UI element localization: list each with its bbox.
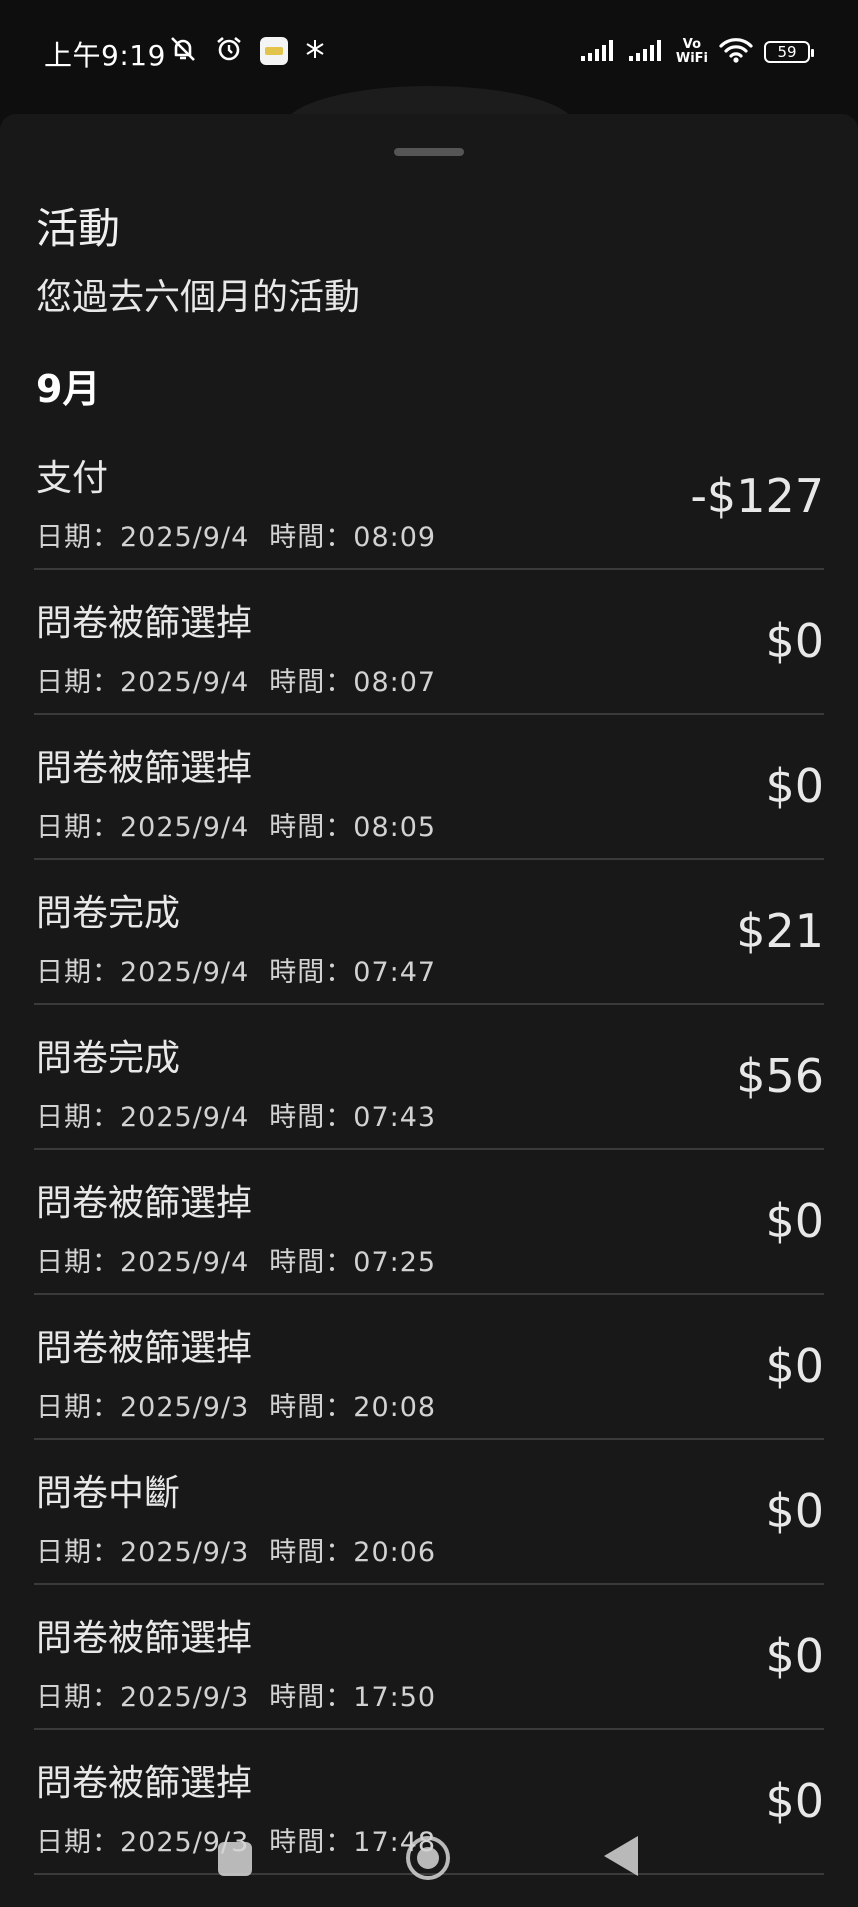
drag-handle[interactable] bbox=[394, 148, 464, 156]
date-prefix: 日期： bbox=[36, 1392, 120, 1423]
page-subtitle: 您過去六個月的活動 bbox=[36, 277, 361, 318]
activity-meta: 日期：2025/9/3 時間：17:50 bbox=[36, 1675, 436, 1714]
activity-title: 問卷被篩選掉 bbox=[36, 1328, 253, 1369]
activity-title: 問卷被篩選掉 bbox=[36, 603, 253, 644]
activity-amount: $0 bbox=[765, 1339, 824, 1393]
page-title: 活動 bbox=[36, 204, 121, 253]
vo-label: Vo bbox=[682, 37, 702, 52]
alarm-icon bbox=[214, 34, 244, 68]
activity-meta: 日期：2025/9/4 時間：07:43 bbox=[36, 1095, 436, 1134]
activity-time: 08:05 bbox=[353, 812, 437, 843]
signal-icon bbox=[580, 37, 618, 67]
time-prefix: 時間： bbox=[269, 1102, 354, 1133]
system-indicators: Vo WiFi 59 bbox=[580, 34, 814, 70]
activity-meta: 日期：2025/9/4 時間：08:09 bbox=[36, 515, 436, 554]
date-prefix: 日期： bbox=[36, 1102, 120, 1133]
date-prefix: 日期： bbox=[36, 1682, 120, 1713]
activity-title: 問卷被篩選掉 bbox=[36, 748, 253, 789]
time-prefix: 時間： bbox=[269, 667, 354, 698]
date-prefix: 日期： bbox=[36, 812, 120, 843]
snowflake-icon bbox=[304, 38, 326, 64]
time-prefix: 時間： bbox=[269, 1247, 354, 1278]
activity-row[interactable]: 問卷被篩選掉日期：2025/9/4 時間：08:07 $0 bbox=[34, 570, 824, 715]
activity-amount: $0 bbox=[765, 1629, 824, 1683]
activity-row[interactable]: 問卷被篩選掉日期：2025/9/4 時間：08:05 $0 bbox=[34, 715, 824, 860]
activity-row[interactable]: 支付日期：2025/9/4 時間：08:09 -$127 bbox=[34, 425, 824, 570]
time-prefix: 時間： bbox=[269, 1537, 354, 1568]
wifi-icon bbox=[718, 36, 754, 68]
notification-icons bbox=[168, 34, 326, 68]
activity-date: 2025/9/3 bbox=[120, 1682, 250, 1713]
activity-time: 07:43 bbox=[353, 1102, 437, 1133]
activity-date: 2025/9/4 bbox=[120, 667, 250, 698]
home-icon[interactable] bbox=[406, 1836, 450, 1880]
activity-row[interactable]: 問卷被篩選掉日期：2025/9/3 時間：17:50 $0 bbox=[34, 1585, 824, 1730]
activity-amount: $0 bbox=[765, 1194, 824, 1248]
date-prefix: 日期： bbox=[36, 957, 120, 988]
activity-title: 問卷被篩選掉 bbox=[36, 1183, 253, 1224]
activity-row[interactable]: 問卷完成日期：2025/9/4 時間：07:47 $21 bbox=[34, 860, 824, 1005]
activity-amount: $0 bbox=[765, 614, 824, 668]
activity-title: 問卷被篩選掉 bbox=[36, 1763, 253, 1804]
activity-date: 2025/9/4 bbox=[120, 957, 250, 988]
activity-amount: $0 bbox=[765, 759, 824, 813]
activity-row[interactable]: 問卷被篩選掉日期：2025/9/4 時間：07:25 $0 bbox=[34, 1150, 824, 1295]
activity-meta: 日期：2025/9/3 時間：20:08 bbox=[36, 1385, 436, 1424]
battery-icon: 59 bbox=[764, 41, 814, 63]
activity-time: 07:25 bbox=[353, 1247, 437, 1278]
status-time: 上午9:19 bbox=[44, 39, 166, 72]
time-prefix: 時間： bbox=[269, 522, 354, 553]
activity-title: 問卷完成 bbox=[36, 1038, 181, 1079]
time-prefix: 時間： bbox=[269, 957, 354, 988]
time-prefix: 時間： bbox=[269, 1392, 354, 1423]
activity-amount: $0 bbox=[765, 1484, 824, 1538]
activity-title: 問卷完成 bbox=[36, 893, 181, 934]
app-notification-icon bbox=[260, 37, 288, 65]
activity-date: 2025/9/4 bbox=[120, 1102, 250, 1133]
time-prefix: 時間： bbox=[269, 1682, 354, 1713]
activity-amount: -$127 bbox=[690, 469, 824, 523]
time-prefix: 時間： bbox=[269, 812, 354, 843]
activity-meta: 日期：2025/9/4 時間：08:05 bbox=[36, 805, 436, 844]
activity-time: 17:50 bbox=[353, 1682, 437, 1713]
activity-meta: 日期：2025/9/4 時間：08:07 bbox=[36, 660, 436, 699]
date-prefix: 日期： bbox=[36, 522, 120, 553]
navigation-bar bbox=[0, 1820, 858, 1890]
home-icon-dot bbox=[417, 1847, 439, 1869]
date-prefix: 日期： bbox=[36, 1247, 120, 1278]
date-prefix: 日期： bbox=[36, 1537, 120, 1568]
activity-date: 2025/9/4 bbox=[120, 1247, 250, 1278]
activity-row[interactable]: 問卷中斷日期：2025/9/3 時間：20:06 $0 bbox=[34, 1440, 824, 1585]
activity-time: 20:08 bbox=[353, 1392, 437, 1423]
mute-bell-icon bbox=[168, 34, 198, 68]
vowifi-icon: Vo WiFi bbox=[676, 38, 708, 66]
wifi-label: WiFi bbox=[675, 51, 708, 66]
activity-meta: 日期：2025/9/3 時間：20:06 bbox=[36, 1530, 436, 1569]
activity-title: 支付 bbox=[36, 458, 109, 499]
activity-time: 08:07 bbox=[353, 667, 437, 698]
recents-icon[interactable] bbox=[218, 1842, 252, 1876]
activity-row[interactable]: 問卷完成日期：2025/9/4 時間：07:43 $56 bbox=[34, 1005, 824, 1150]
activity-amount: $21 bbox=[736, 904, 824, 958]
date-prefix: 日期： bbox=[36, 667, 120, 698]
battery-level: 59 bbox=[777, 43, 797, 61]
activity-title: 問卷中斷 bbox=[36, 1473, 181, 1514]
back-icon[interactable] bbox=[604, 1836, 638, 1876]
activity-time: 20:06 bbox=[353, 1537, 437, 1568]
activity-date: 2025/9/4 bbox=[120, 522, 250, 553]
activity-time: 07:47 bbox=[353, 957, 437, 988]
activity-date: 2025/9/3 bbox=[120, 1392, 250, 1423]
activity-row[interactable]: 問卷被篩選掉日期：2025/9/3 時間：20:08 $0 bbox=[34, 1295, 824, 1440]
month-header: 9月 bbox=[36, 367, 101, 411]
activity-date: 2025/9/3 bbox=[120, 1537, 250, 1568]
activity-amount: $56 bbox=[736, 1049, 824, 1103]
activity-date: 2025/9/4 bbox=[120, 812, 250, 843]
activity-time: 08:09 bbox=[353, 522, 437, 553]
activity-title: 問卷被篩選掉 bbox=[36, 1618, 253, 1659]
activity-list: 支付 日期：2025/9/4 時間：08:09 -$127 問卷被篩選掉 日期：2025/… bbox=[34, 425, 824, 1875]
signal-icon bbox=[628, 37, 666, 67]
activity-meta: 日期：2025/9/4 時間：07:25 bbox=[36, 1240, 436, 1279]
activity-meta: 日期：2025/9/4 時間：07:47 bbox=[36, 950, 436, 989]
